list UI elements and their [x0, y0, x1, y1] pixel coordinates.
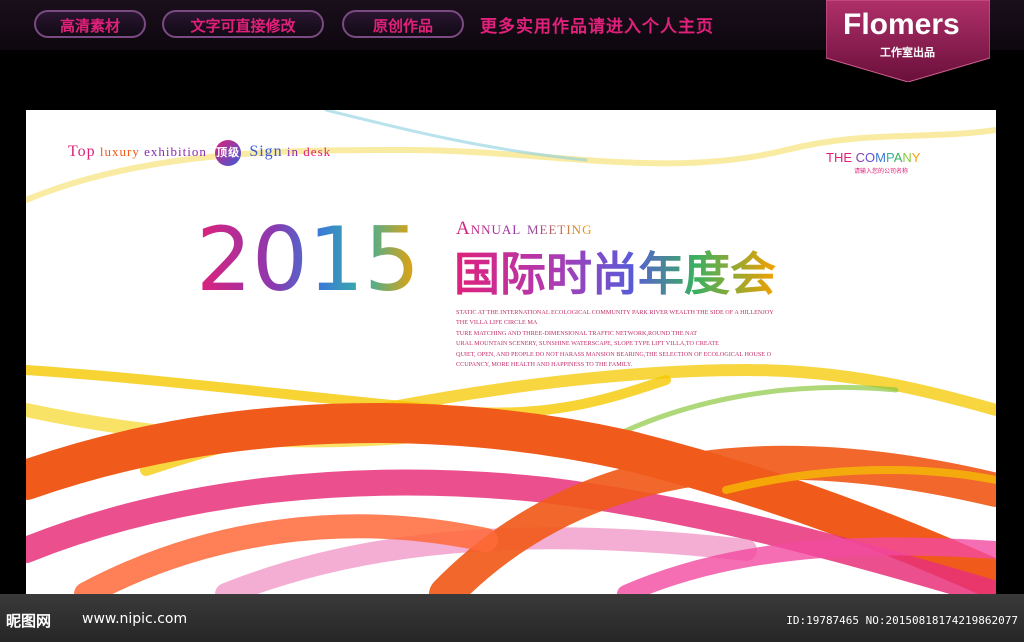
- tagline-word-exhibition: exhibition: [144, 143, 207, 159]
- annual-meeting-text: Annual meeting: [456, 218, 592, 239]
- logo-subtitle: 工作室出品: [880, 46, 935, 59]
- tagline-word-top: Top: [68, 142, 96, 160]
- annual-meeting-heading: Annual meeting: [456, 218, 592, 239]
- promo-link[interactable]: 更多实用作品请进入个人主页: [480, 12, 714, 37]
- chinese-title-text: 国际时尚年度会: [454, 247, 776, 301]
- tagline-word-luxury: luxury: [99, 143, 140, 159]
- body-line: CCUPANCY, MORE HEALTH AND HAPPINESS TO T…: [456, 361, 633, 369]
- nipic-url[interactable]: www.nipic.com: [82, 611, 187, 627]
- tagline-word-desk: desk: [303, 143, 332, 159]
- body-line: STATIC AT THE INTERNATIONAL ECOLOGICAL C…: [456, 309, 774, 316]
- company-name-letter: H: [833, 150, 844, 165]
- tagline: Top luxury exhibition 顶级 Sign in desk: [68, 140, 331, 166]
- body-line: THE VILLA LIFE CIRCLE MA: [456, 319, 538, 327]
- original-work-button[interactable]: 原创作品: [342, 10, 464, 38]
- company-name: THE COMPANY: [826, 150, 920, 165]
- company-name-letter: M: [875, 150, 886, 165]
- editable-text-button[interactable]: 文字可直接修改: [162, 10, 324, 38]
- body-paragraph: STATIC AT THE INTERNATIONAL ECOLOGICAL C…: [456, 308, 816, 370]
- company-name-letter: P: [886, 150, 894, 165]
- watermark-bar: 昵图网 www.nipic.com ID:19787465 NO:2015081…: [0, 594, 1024, 642]
- year-text: 2015: [196, 208, 420, 311]
- company-name-letter: Y: [911, 150, 921, 165]
- body-line: URAL MOUNTAIN SCENERY, SUNSHINE WATERSCA…: [456, 340, 719, 348]
- year-heading: 2015: [196, 208, 420, 311]
- company-name-letter: O: [865, 150, 876, 165]
- poster-canvas: Top luxury exhibition 顶级 Sign in desk TH…: [26, 110, 996, 594]
- tagline-word-sign: Sign: [249, 142, 283, 160]
- tagline-word-in: in: [286, 143, 300, 159]
- logo-title[interactable]: Flomers: [843, 8, 960, 42]
- company-name-text: THE COMPANY: [826, 150, 920, 165]
- body-line: TURE MATCHING AND THREE-DIMENSIONAL TRAF…: [456, 329, 698, 337]
- company-subtitle: 请输入您的公司名称: [854, 168, 909, 175]
- hd-material-button[interactable]: 高清素材: [34, 10, 146, 38]
- company-name-letter: E: [843, 150, 853, 165]
- body-line: QUIET, OPEN, AND PEOPLE DO NOT HARASS MA…: [456, 350, 772, 358]
- company-name-letter: C: [855, 150, 866, 165]
- image-id-text: ID:19787465 NO:20150818174219862077: [786, 614, 1018, 627]
- chinese-title: 国际时尚年度会: [454, 247, 776, 301]
- tagline-badge: 顶级: [215, 140, 242, 166]
- nipic-logo[interactable]: 昵图网: [6, 610, 51, 631]
- company-name-letter: N: [902, 150, 912, 165]
- company-name-letter: T: [826, 150, 834, 165]
